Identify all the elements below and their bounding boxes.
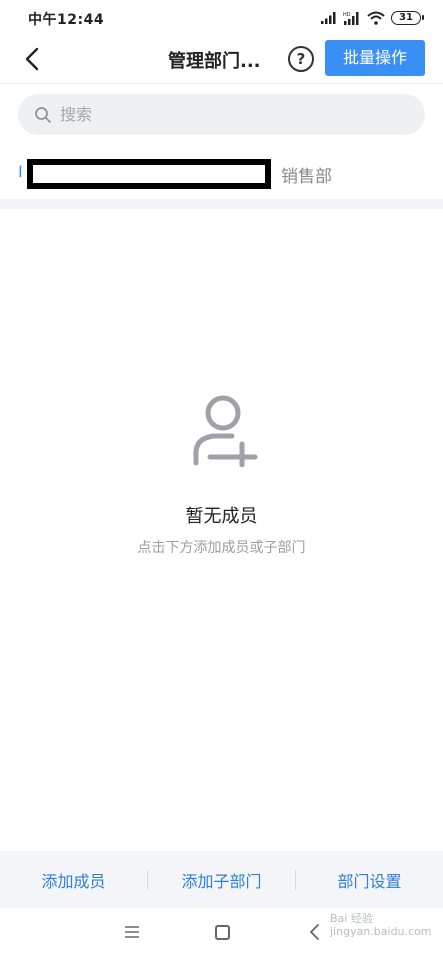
page: 中午12:44 HD 31 管理部门... ? 批量操作 搜索 I 销售部 暂无… — [0, 0, 443, 960]
home-button[interactable] — [215, 925, 230, 940]
add-subdepartment-button[interactable]: 添加子部门 — [148, 868, 295, 892]
add-member-icon — [193, 395, 258, 467]
nav-back-icon[interactable] — [306, 922, 324, 942]
system-nav-bar: Bai 经验 jingyan.baidu.com — [0, 908, 443, 960]
svg-text:HD: HD — [343, 12, 351, 18]
search-bar[interactable] — [18, 94, 425, 135]
status-time: 中午12:44 — [28, 12, 105, 28]
chevron-left-icon — [25, 47, 39, 71]
empty-state-description: 点击下方添加成员或子部门 — [137, 540, 306, 556]
wifi-icon — [367, 11, 385, 25]
redaction-fill — [33, 165, 265, 183]
redaction-box — [27, 159, 271, 189]
breadcrumb-root[interactable]: I — [18, 162, 23, 181]
cell-signal-hd-icon: HD — [343, 12, 359, 25]
search-input[interactable] — [60, 105, 360, 124]
watermark-line2: jingyan.baidu.com — [330, 925, 432, 938]
department-settings-button[interactable]: 部门设置 — [296, 868, 443, 892]
menu-icon[interactable] — [123, 924, 141, 940]
back-button[interactable] — [18, 42, 50, 76]
watermark-line1: Bai 经验 — [330, 912, 373, 925]
header-bar: 管理部门... ? 批量操作 — [0, 36, 443, 84]
bottom-toolbar: 添加成员 添加子部门 部门设置 — [0, 851, 443, 908]
cell-signal-icon — [321, 12, 336, 24]
watermark: Bai 经验 jingyan.baidu.com — [330, 912, 432, 938]
section-divider — [0, 199, 443, 209]
search-icon — [35, 106, 51, 123]
add-member-button[interactable]: 添加成员 — [0, 868, 147, 892]
breadcrumb-current: 销售部 — [281, 167, 332, 187]
empty-state-title: 暂无成员 — [185, 506, 258, 527]
help-button[interactable]: ? — [288, 46, 314, 72]
batch-operation-button[interactable]: 批量操作 — [325, 40, 425, 76]
status-icons: HD 31 — [321, 8, 424, 28]
page-title: 管理部门... — [168, 51, 261, 72]
battery-icon: 31 — [391, 11, 424, 25]
status-bar: 中午12:44 HD 31 — [0, 0, 443, 36]
